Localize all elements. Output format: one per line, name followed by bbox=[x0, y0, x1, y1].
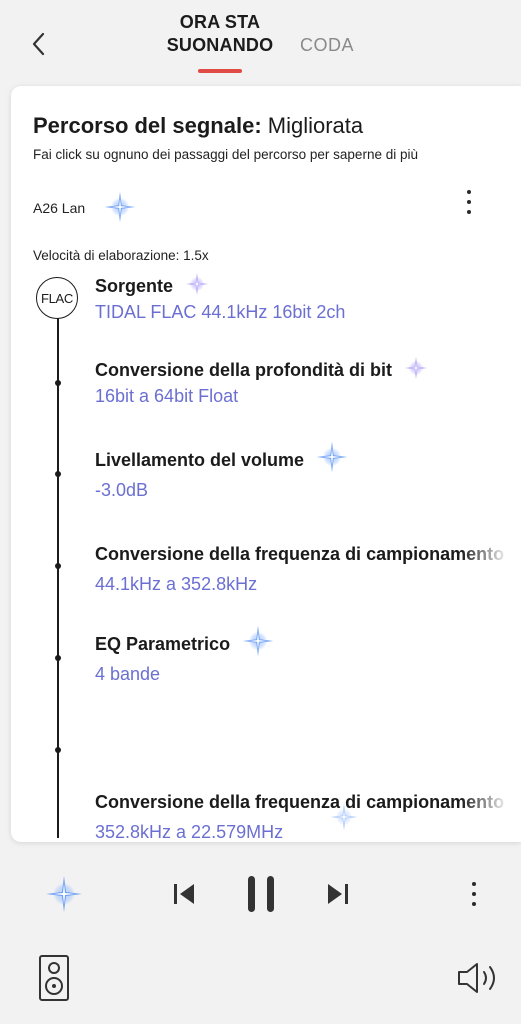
tab-now-playing-line2: SUONANDO bbox=[166, 35, 274, 55]
card-more-button[interactable] bbox=[457, 182, 481, 222]
path-node bbox=[55, 471, 61, 477]
step-value: -3.0dB bbox=[95, 480, 149, 501]
sparkle-icon bbox=[403, 355, 429, 381]
pause-icon[interactable] bbox=[246, 874, 276, 914]
top-bar: ORA STA SUONANDO CODA bbox=[0, 0, 521, 78]
sparkle-icon bbox=[329, 802, 359, 832]
step-value: 4 bande bbox=[95, 664, 161, 685]
step-title: Livellamento del volume bbox=[95, 450, 305, 470]
step-title: Conversione della frequenza di campionam… bbox=[95, 792, 505, 812]
active-tab-indicator bbox=[198, 69, 242, 73]
source-format-badge: FLAC bbox=[36, 277, 78, 319]
card-subtitle: Fai click su ognuno dei passaggi del per… bbox=[33, 147, 418, 162]
more-vertical-icon bbox=[467, 190, 471, 194]
volume-icon[interactable] bbox=[456, 960, 502, 996]
tab-now-playing[interactable]: ORA STA SUONANDO bbox=[158, 11, 282, 57]
card-title-quality: Migliorata bbox=[261, 113, 364, 138]
skip-previous-icon[interactable] bbox=[172, 880, 196, 908]
back-button[interactable] bbox=[26, 30, 50, 58]
tab-now-playing-line1: ORA STA bbox=[179, 12, 261, 32]
path-step-source[interactable]: Sorgente TIDAL FLAC 44.1kHz 16bit 2ch bbox=[95, 274, 521, 324]
path-step-sample-rate-1[interactable]: Conversione della frequenza di campionam… bbox=[95, 542, 521, 606]
sparkle-icon bbox=[315, 440, 349, 474]
processing-speed: Velocità di elaborazione: 1.5x bbox=[33, 248, 209, 263]
device-row: A26 Lan bbox=[33, 196, 503, 220]
step-value: 16bit a 64bit Float bbox=[95, 386, 239, 406]
card-title-bold: Percorso del segnale: bbox=[33, 113, 262, 138]
player-more-button[interactable] bbox=[462, 876, 486, 912]
sparkle-icon bbox=[103, 190, 137, 224]
path-step-bit-depth[interactable]: Conversione della profondità di bit 16bi… bbox=[95, 358, 521, 408]
step-value: 44.1kHz a 352.8kHz bbox=[95, 574, 258, 594]
sparkle-icon bbox=[184, 271, 210, 297]
chevron-left-icon bbox=[32, 32, 45, 56]
path-step-volume-leveling[interactable]: Livellamento del volume -3.0dB bbox=[95, 448, 521, 502]
sparkle-icon bbox=[241, 624, 275, 658]
device-name: A26 Lan bbox=[33, 200, 86, 216]
step-value: TIDAL FLAC 44.1kHz 16bit 2ch bbox=[95, 302, 346, 322]
step-title: Conversione della profondità di bit bbox=[95, 360, 393, 380]
path-node bbox=[55, 655, 61, 661]
card-title: Percorso del segnale: Migliorata bbox=[33, 112, 363, 140]
signal-path-card: Percorso del segnale: Migliorata Fai cli… bbox=[11, 86, 521, 842]
step-title: Sorgente bbox=[95, 276, 174, 296]
step-title: Conversione della frequenza di campionam… bbox=[95, 544, 505, 564]
more-vertical-icon bbox=[472, 882, 476, 886]
signal-path-line bbox=[57, 318, 59, 838]
tab-queue[interactable]: CODA bbox=[300, 34, 354, 57]
path-step-parametric-eq[interactable]: EQ Parametrico 4 bande bbox=[95, 632, 521, 686]
step-title: EQ Parametrico bbox=[95, 634, 231, 654]
path-step-sample-rate-2[interactable]: Conversione della frequenza di campionam… bbox=[95, 790, 521, 842]
path-node bbox=[55, 380, 61, 386]
step-value: 352.8kHz a 22.579MHz bbox=[95, 822, 284, 842]
skip-next-icon[interactable] bbox=[326, 880, 350, 908]
sparkle-icon[interactable] bbox=[44, 874, 84, 914]
speaker-icon[interactable] bbox=[38, 954, 70, 1002]
path-node bbox=[55, 747, 61, 753]
path-node bbox=[55, 563, 61, 569]
